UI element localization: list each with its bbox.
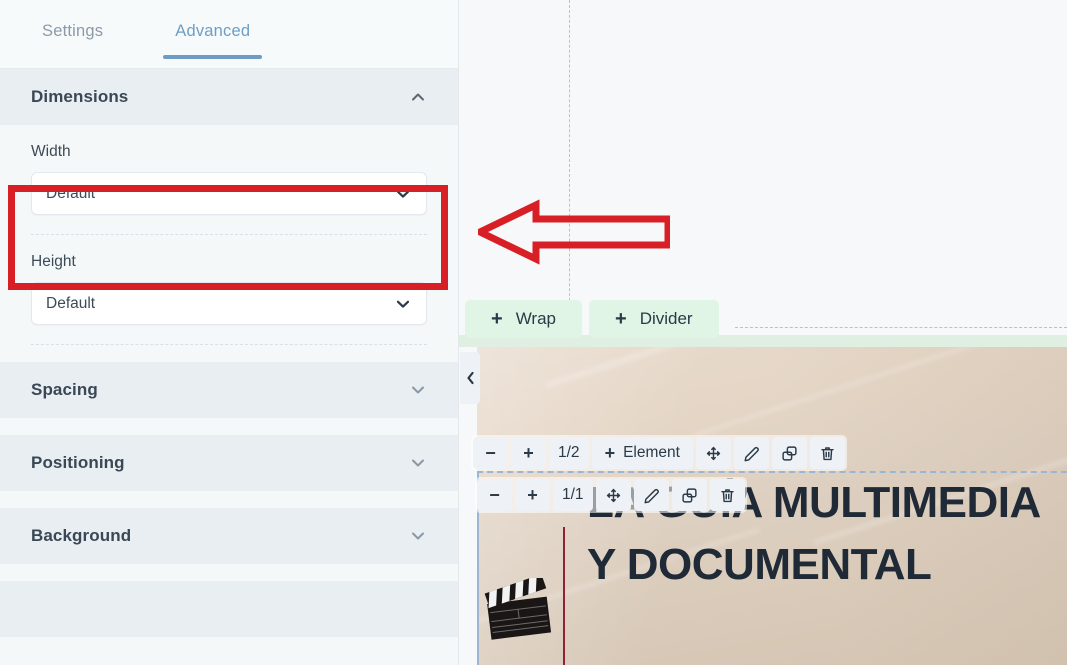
section-decrease-button[interactable]: − bbox=[473, 437, 508, 469]
clapperboard-icon bbox=[484, 578, 552, 640]
duplicate-icon bbox=[681, 487, 697, 503]
section-edit-button[interactable] bbox=[733, 437, 769, 469]
section-toolbar: − + 1/2 + Element bbox=[471, 435, 847, 471]
sidebar-tabbar: Settings Advanced bbox=[0, 0, 458, 69]
element-decrease-button[interactable]: − bbox=[477, 479, 512, 511]
element-duplicate-button[interactable] bbox=[671, 479, 707, 511]
add-block-buttons: + Wrap + Divider bbox=[465, 300, 719, 338]
field-label-height: Height bbox=[31, 253, 76, 270]
edit-pencil-icon bbox=[744, 446, 759, 461]
plus-icon: + bbox=[527, 485, 538, 505]
accent-rule bbox=[563, 527, 565, 665]
chevron-up-icon bbox=[412, 93, 424, 101]
section-header-background[interactable]: Background bbox=[0, 508, 458, 564]
height-select-value: Default bbox=[46, 294, 96, 312]
tab-advanced[interactable]: Advanced bbox=[163, 18, 263, 59]
trash-icon bbox=[821, 446, 834, 460]
section-gap bbox=[0, 418, 458, 435]
settings-sidebar: Settings Advanced Dimensions Width Defau… bbox=[0, 0, 459, 665]
section-title-positioning: Positioning bbox=[31, 453, 125, 472]
section-body-dimensions: Width Default Height Default bbox=[0, 125, 458, 345]
add-divider-label: Divider bbox=[639, 309, 693, 328]
chevron-left-icon bbox=[466, 371, 474, 385]
element-fraction-display[interactable]: 1/1 bbox=[553, 479, 593, 511]
plus-icon: + bbox=[615, 308, 627, 330]
field-label-width: Width bbox=[31, 143, 71, 160]
move-icon bbox=[606, 488, 620, 502]
section-header-positioning[interactable]: Positioning bbox=[0, 435, 458, 491]
element-edit-button[interactable] bbox=[633, 479, 669, 511]
element-delete-button[interactable] bbox=[709, 479, 745, 511]
element-move-button[interactable] bbox=[595, 479, 631, 511]
section-move-button[interactable] bbox=[695, 437, 731, 469]
section-header-dimensions[interactable]: Dimensions bbox=[0, 69, 458, 125]
section-delete-button[interactable] bbox=[809, 437, 845, 469]
section-add-element-button[interactable]: + Element bbox=[591, 437, 693, 469]
section-duplicate-button[interactable] bbox=[771, 437, 807, 469]
element-increase-button[interactable]: + bbox=[515, 479, 550, 511]
add-divider-button[interactable]: + Divider bbox=[589, 300, 719, 338]
width-select[interactable]: Default bbox=[31, 172, 427, 215]
vertical-guide-line bbox=[569, 0, 570, 331]
section-increase-button[interactable]: + bbox=[511, 437, 546, 469]
horizontal-guide-line bbox=[735, 327, 1067, 328]
section-header-spacing[interactable]: Spacing bbox=[0, 362, 458, 418]
width-select-value: Default bbox=[46, 184, 96, 202]
chevron-down-icon bbox=[396, 190, 410, 198]
chevron-down-icon bbox=[412, 532, 424, 540]
trash-icon bbox=[720, 488, 734, 502]
add-wrap-label: Wrap bbox=[515, 309, 556, 328]
chevron-down-icon bbox=[396, 300, 410, 308]
section-gap bbox=[0, 345, 458, 362]
section-add-element-label: Element bbox=[623, 444, 680, 461]
field-width: Width Default bbox=[31, 125, 427, 215]
tab-settings[interactable]: Settings bbox=[30, 18, 115, 59]
chevron-down-icon bbox=[412, 386, 424, 394]
plus-icon: + bbox=[523, 443, 534, 463]
move-icon bbox=[706, 446, 721, 460]
chevron-down-icon bbox=[412, 459, 424, 467]
section-title-spacing: Spacing bbox=[31, 380, 98, 399]
plus-icon: + bbox=[491, 308, 503, 330]
section-gap bbox=[0, 491, 458, 508]
height-select[interactable]: Default bbox=[31, 282, 427, 325]
section-gap bbox=[0, 564, 458, 581]
editor-root: Settings Advanced Dimensions Width Defau… bbox=[0, 0, 1067, 665]
collapse-panel-toggle[interactable] bbox=[460, 352, 480, 404]
duplicate-icon bbox=[782, 445, 797, 461]
plus-icon: + bbox=[604, 443, 616, 463]
minus-icon: − bbox=[489, 485, 500, 505]
add-wrap-button[interactable]: + Wrap bbox=[465, 300, 582, 338]
field-height: Height Default bbox=[31, 235, 427, 325]
section-fraction-display[interactable]: 1/2 bbox=[549, 437, 589, 469]
section-title-background: Background bbox=[31, 526, 132, 545]
section-header-partial[interactable] bbox=[0, 581, 458, 637]
page-canvas: + Wrap + Divider LA GUÍA MULTIMEDIA Y DO… bbox=[459, 0, 1067, 665]
minus-icon: − bbox=[485, 443, 496, 463]
edit-pencil-icon bbox=[644, 488, 659, 503]
element-selection-top-edge bbox=[477, 471, 1067, 473]
element-toolbar: − + 1/1 bbox=[475, 477, 747, 513]
section-title-dimensions: Dimensions bbox=[31, 87, 129, 106]
